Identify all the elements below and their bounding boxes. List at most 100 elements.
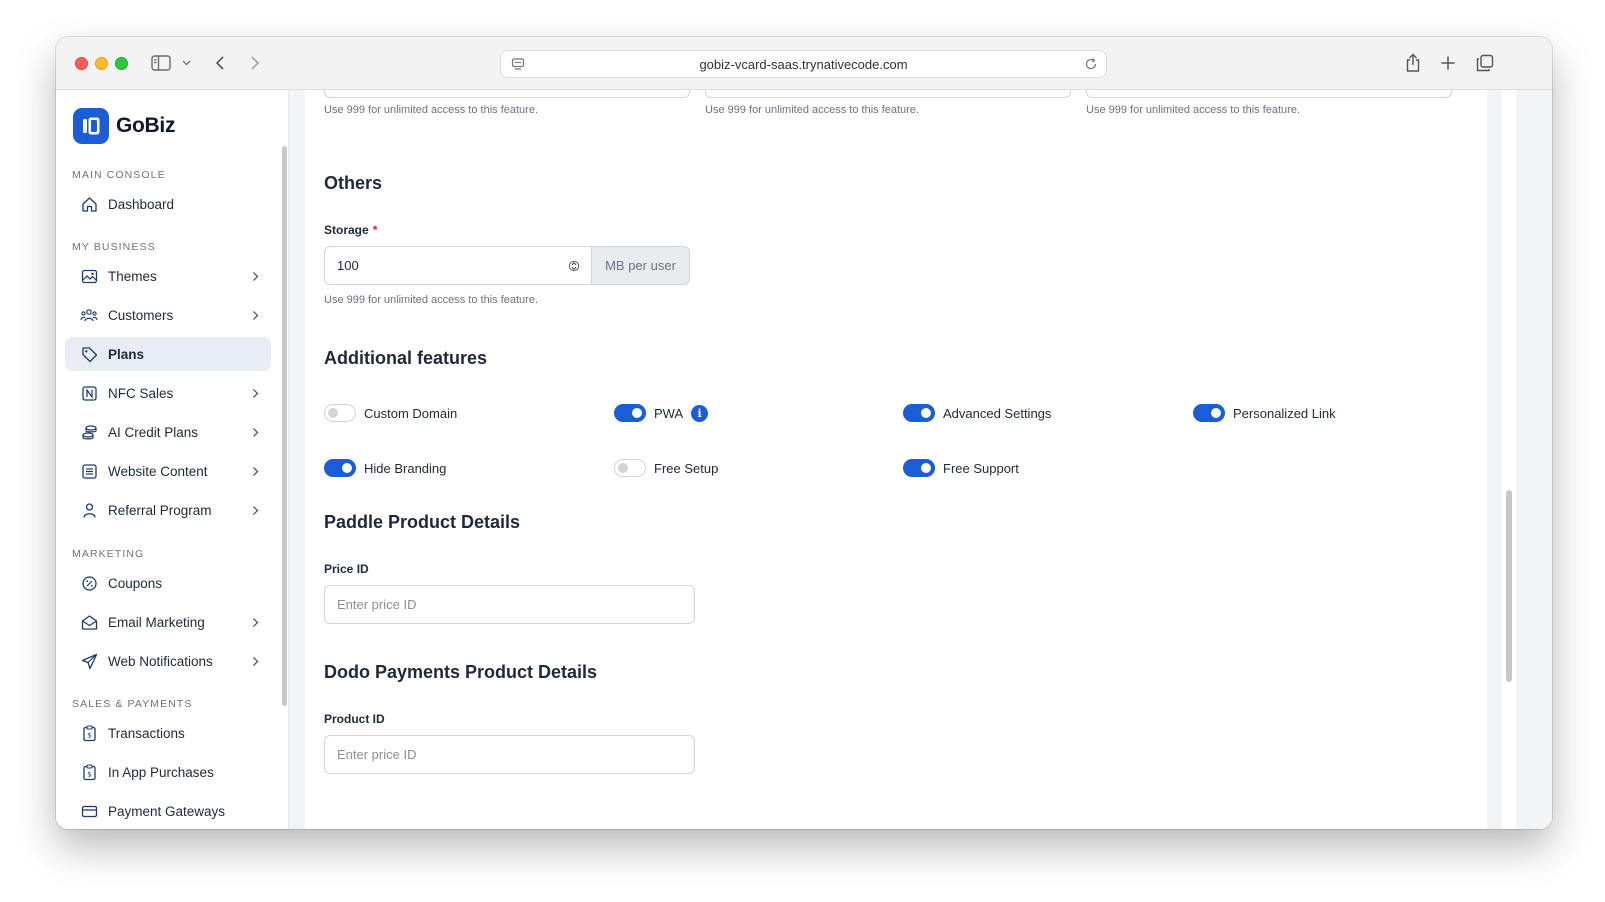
storage-input[interactable]: 100 (324, 246, 592, 285)
site-settings-icon[interactable] (511, 57, 525, 74)
sidebar-item-dashboard[interactable]: Dashboard (65, 187, 271, 221)
price-id-label: Price ID (324, 562, 369, 576)
logo-icon (73, 108, 109, 144)
section-my-business: MY BUSINESS (72, 241, 156, 253)
toggle-free-setup[interactable]: Free Setup (614, 459, 718, 477)
sidebar-item-label: AI Credit Plans (108, 424, 199, 440)
feature-limit-hint: Use 999 for unlimited access to this fea… (1086, 104, 1300, 116)
nfc-icon (80, 384, 98, 402)
sidebar-item-referral-program[interactable]: Referral Program (65, 493, 271, 527)
chevron-right-icon (252, 387, 259, 402)
free-setup-switch[interactable] (614, 459, 646, 477)
sidebar-item-coupons[interactable]: Coupons (65, 566, 271, 600)
sidebar-item-label: Dashboard (108, 196, 175, 212)
number-stepper-icon[interactable] (568, 258, 580, 277)
sidebar-item-label: Transactions (108, 725, 185, 741)
sidebar-item-ai-credit-plans[interactable]: AI Credit Plans (65, 415, 271, 449)
close-window-button[interactable] (75, 57, 88, 70)
toggle-label: Custom Domain (364, 405, 458, 421)
feature-limit-input[interactable] (1086, 90, 1452, 98)
sidebar-item-label: In App Purchases (108, 764, 214, 780)
main-scrollbar-track (1502, 90, 1516, 829)
toggle-label: Personalized Link (1233, 405, 1336, 421)
main-scrollbar[interactable] (1506, 490, 1512, 682)
browser-window: gobiz-vcard-saas.trynativecode.com GoBiz… (56, 37, 1552, 829)
back-icon[interactable] (210, 52, 230, 74)
forward-icon[interactable] (245, 52, 265, 74)
send-icon (80, 652, 98, 670)
sidebar-item-label: Customers (108, 307, 174, 323)
sidebar-item-email-marketing[interactable]: Email Marketing (65, 605, 271, 639)
chevron-down-icon[interactable] (180, 52, 192, 74)
sidebar-item-label: Coupons (108, 575, 163, 591)
toggle-pwa[interactable]: PWA i (614, 404, 709, 422)
advanced-settings-switch[interactable] (903, 404, 935, 422)
mail-icon (80, 613, 98, 631)
others-heading: Others (324, 173, 383, 193)
sidebar-item-website-content[interactable]: Website Content (65, 454, 271, 488)
main-content: Use 999 for unlimited access to this fea… (289, 90, 1552, 829)
address-bar[interactable]: gobiz-vcard-saas.trynativecode.com (500, 50, 1107, 78)
toggle-label: PWA (654, 405, 684, 421)
toggle-label: Hide Branding (364, 460, 447, 476)
toggle-hide-branding[interactable]: Hide Branding (324, 459, 446, 477)
share-icon[interactable] (1403, 52, 1423, 74)
paddle-heading: Paddle Product Details (324, 512, 521, 532)
users-icon (80, 306, 98, 324)
storage-value: 100 (337, 258, 359, 273)
toggle-custom-domain[interactable]: Custom Domain (324, 404, 457, 422)
sidebar-item-payment-gateways[interactable]: Payment Gateways (65, 794, 271, 828)
sidebar-item-themes[interactable]: Themes (65, 259, 271, 293)
chevron-right-icon (252, 270, 259, 285)
info-icon[interactable]: i (691, 404, 709, 422)
chevron-right-icon (252, 309, 259, 324)
sidebar-scrollbar[interactable] (282, 146, 287, 706)
new-tab-icon[interactable] (1438, 52, 1458, 74)
free-support-switch[interactable] (903, 459, 935, 477)
storage-unit-addon: MB per user (592, 246, 690, 285)
toggle-label: Free Support (943, 460, 1019, 476)
price-id-placeholder: Enter price ID (337, 597, 417, 612)
plan-form-card: Use 999 for unlimited access to this fea… (305, 90, 1487, 829)
storage-hint: Use 999 for unlimited access to this fea… (324, 294, 538, 306)
browser-toolbar: gobiz-vcard-saas.trynativecode.com (56, 37, 1552, 90)
image-icon (80, 267, 98, 285)
toggle-free-support[interactable]: Free Support (903, 459, 1019, 477)
custom-domain-switch[interactable] (324, 404, 356, 422)
feature-limit-input[interactable] (705, 90, 1071, 98)
minimize-window-button[interactable] (95, 57, 108, 70)
reload-icon[interactable] (1084, 57, 1098, 74)
toggle-advanced-settings[interactable]: Advanced Settings (903, 404, 1051, 422)
storage-label: Storage * (324, 223, 377, 237)
maximize-window-button[interactable] (115, 57, 128, 70)
sidebar-item-web-notifications[interactable]: Web Notifications (65, 644, 271, 678)
feature-limit-input[interactable] (324, 90, 690, 98)
toggle-label: Free Setup (654, 460, 719, 476)
pwa-switch[interactable] (614, 404, 646, 422)
brand-logo[interactable]: GoBiz (73, 108, 175, 144)
svg-text:$: $ (87, 731, 91, 739)
sidebar-item-nfc-sales[interactable]: NFC Sales (65, 376, 271, 410)
sidebar-item-in-app-purchases[interactable]: $ In App Purchases (65, 755, 271, 789)
additional-features-heading: Additional features (324, 348, 488, 368)
sidebar-item-customers[interactable]: Customers (65, 298, 271, 332)
section-marketing: MARKETING (72, 548, 145, 560)
product-id-label: Product ID (324, 712, 385, 726)
hide-branding-switch[interactable] (324, 459, 356, 477)
url-text: gobiz-vcard-saas.trynativecode.com (699, 56, 908, 72)
toggle-personalized-link[interactable]: Personalized Link (1193, 404, 1336, 422)
product-id-placeholder: Enter price ID (337, 747, 417, 762)
feature-limit-hint: Use 999 for unlimited access to this fea… (324, 104, 538, 116)
sidebar-item-transactions[interactable]: $ Transactions (65, 716, 271, 750)
section-sales-payments: SALES & PAYMENTS (72, 698, 193, 710)
tab-overview-icon[interactable] (1474, 52, 1496, 74)
chevron-right-icon (252, 616, 259, 631)
sidebar-toggle-icon[interactable] (150, 52, 172, 74)
svg-text:$: $ (87, 770, 91, 778)
sidebar-item-label: Plans (108, 346, 145, 362)
personalized-link-switch[interactable] (1193, 404, 1225, 422)
chevron-right-icon (252, 465, 259, 480)
product-id-input[interactable]: Enter price ID (324, 735, 695, 774)
price-id-input[interactable]: Enter price ID (324, 585, 695, 624)
sidebar-item-plans[interactable]: Plans (65, 337, 271, 371)
